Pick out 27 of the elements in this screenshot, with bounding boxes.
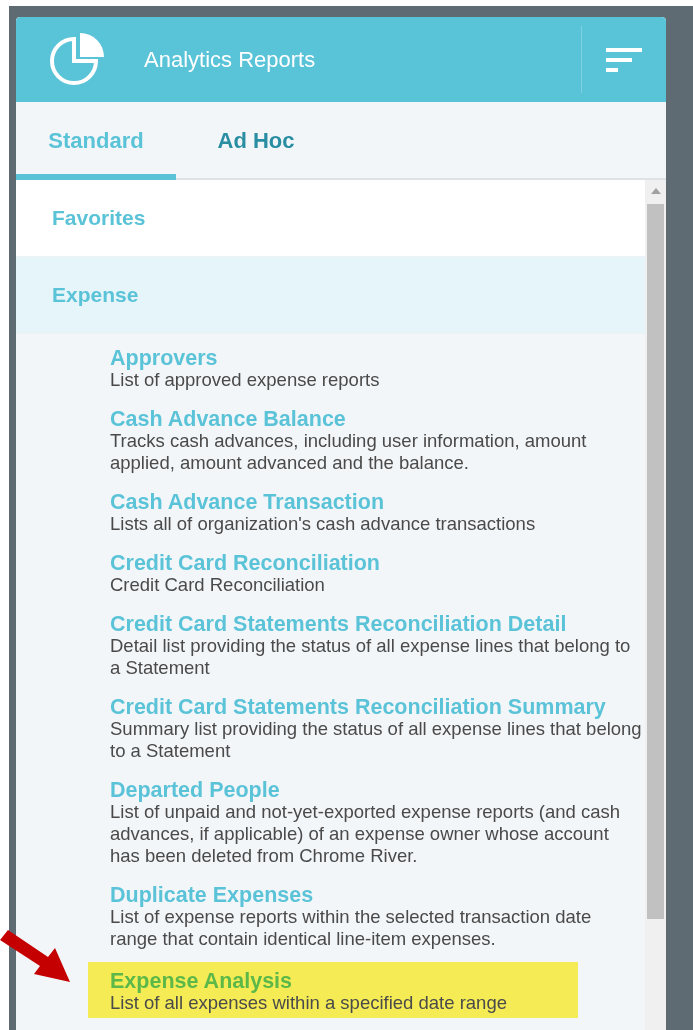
report-link[interactable]: Credit Card Statements Reconciliation Detail <box>110 613 567 635</box>
category-row[interactable]: Expense <box>16 257 645 334</box>
report-description: List of approved expense reports <box>110 369 381 391</box>
tab[interactable]: Ad Hoc <box>176 102 336 180</box>
report-link[interactable]: Credit Card Reconciliation <box>110 552 380 574</box>
report-link[interactable]: Departed People <box>110 779 280 801</box>
report-link[interactable]: Cash Advance Transaction <box>110 491 385 513</box>
report-description: Detail list providing the status of all expense lines that belong to a Statement <box>110 635 632 679</box>
report-description: List of all expenses within a specified date range <box>110 992 508 1014</box>
report-link[interactable]: Cash Advance Balance <box>110 408 346 430</box>
report-description: Credit Card Reconciliation <box>110 574 326 596</box>
report-description: Tracks cash advances, including user information, amount applied, amount advanced and the balance. <box>110 430 588 474</box>
report-link[interactable]: Approvers <box>110 347 218 369</box>
scrollbar[interactable] <box>645 180 666 1030</box>
pie-chart-icon <box>50 32 104 87</box>
menu-icon[interactable] <box>606 47 642 72</box>
report-description: List of expense reports within the selected transaction date range that contain identical line-item expenses. <box>110 906 593 950</box>
report-link[interactable]: Credit Card Statements Reconciliation Summary <box>110 696 606 718</box>
scroll-up-icon[interactable] <box>650 188 661 194</box>
scrollbar-thumb[interactable] <box>647 204 664 919</box>
report-description: Lists all of organization's cash advance transactions <box>110 513 537 535</box>
report-link[interactable]: Duplicate Expenses <box>110 884 314 906</box>
category-row[interactable]: Favorites <box>16 180 645 257</box>
report-description: List of unpaid and not-yet-exported expense reports (and cash advances, if applicable) of an expense owner whose account has been deleted from Chrome River. <box>110 801 622 867</box>
report-link[interactable]: Expense Analysis <box>110 970 293 992</box>
report-description: Summary list providing the status of all expense lines that belong to a Statement <box>110 718 642 762</box>
app-title: Analytics Reports <box>144 46 317 73</box>
